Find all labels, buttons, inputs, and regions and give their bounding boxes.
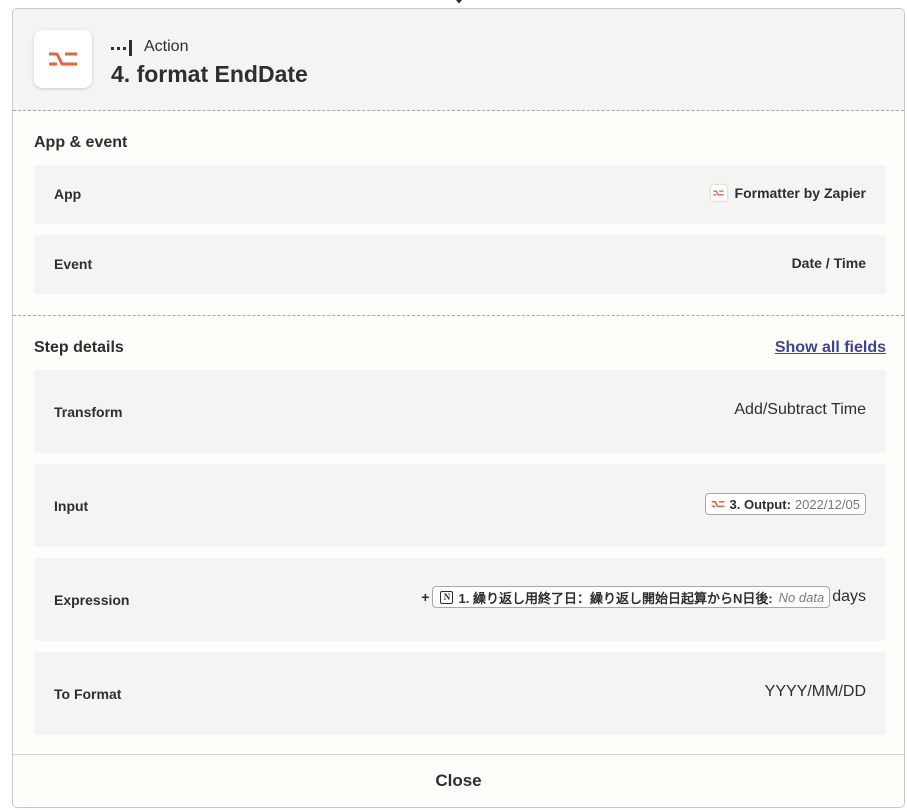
app-value: Formatter by Zapier xyxy=(710,185,866,201)
formatter-pill-icon xyxy=(711,500,724,508)
step-type-label: Action xyxy=(144,38,189,55)
section-divider xyxy=(13,315,904,316)
input-pill-value: 2022/12/05 xyxy=(794,496,860,512)
app-row[interactable]: App Formatter by Zapier xyxy=(34,165,886,224)
to-format-label: To Format xyxy=(54,686,122,702)
step-panel: Action 4. format EndDate App & event App… xyxy=(12,8,905,808)
transform-value: Add/Subtract Time xyxy=(734,401,866,418)
action-step-icon xyxy=(111,40,132,56)
input-label: Input xyxy=(54,498,89,514)
step-header: Action 4. format EndDate xyxy=(13,9,904,111)
notion-icon: N xyxy=(440,590,454,604)
step-details-heading: Step details xyxy=(34,339,124,356)
step-title[interactable]: 4. format EndDate xyxy=(111,61,308,88)
formatter-app-logo xyxy=(34,30,92,88)
formatter-small-icon xyxy=(710,185,727,201)
input-value: 3. Output: 2022/12/05 xyxy=(704,493,866,515)
expression-prefix: + xyxy=(421,589,430,605)
expression-pill-step: 1. 繰り返し用終了日：繰り返し開始日起算からN日後: xyxy=(458,590,773,606)
formatter-icon xyxy=(49,52,77,66)
to-format-row[interactable]: To Format YYYY/MM/DD xyxy=(34,652,886,735)
app-label: App xyxy=(54,186,82,202)
app-event-heading: App & event xyxy=(34,134,128,151)
event-label: Event xyxy=(54,256,93,272)
input-pill-step: 3. Output: xyxy=(729,496,791,512)
input-row[interactable]: Input 3. Output: 2022/12/05 xyxy=(34,464,886,547)
connector-arrow-icon xyxy=(456,0,462,4)
to-format-value: YYYY/MM/DD xyxy=(764,683,866,700)
input-data-pill[interactable]: 3. Output: 2022/12/05 xyxy=(704,493,866,515)
expression-suffix: days xyxy=(832,588,866,605)
event-row[interactable]: Event Date / Time xyxy=(34,235,886,294)
expression-label: Expression xyxy=(54,592,130,608)
event-value: Date / Time xyxy=(791,255,866,271)
expression-pill-value: No data xyxy=(778,589,825,605)
expression-data-pill[interactable]: N 1. 繰り返し用終了日：繰り返し開始日起算からN日後: No data xyxy=(432,586,831,608)
expression-row[interactable]: Expression + N 1. 繰り返し用終了日：繰り返し開始日起算からN日… xyxy=(34,558,886,641)
close-button[interactable]: Close xyxy=(13,755,904,807)
expression-value: + N 1. 繰り返し用終了日：繰り返し開始日起算からN日後: No data … xyxy=(421,586,866,608)
transform-label: Transform xyxy=(54,404,123,420)
app-value-text: Formatter by Zapier xyxy=(734,185,866,201)
show-all-fields-link[interactable]: Show all fields xyxy=(775,339,886,357)
panel-footer: Close xyxy=(13,754,904,807)
transform-row[interactable]: Transform Add/Subtract Time xyxy=(34,370,886,453)
